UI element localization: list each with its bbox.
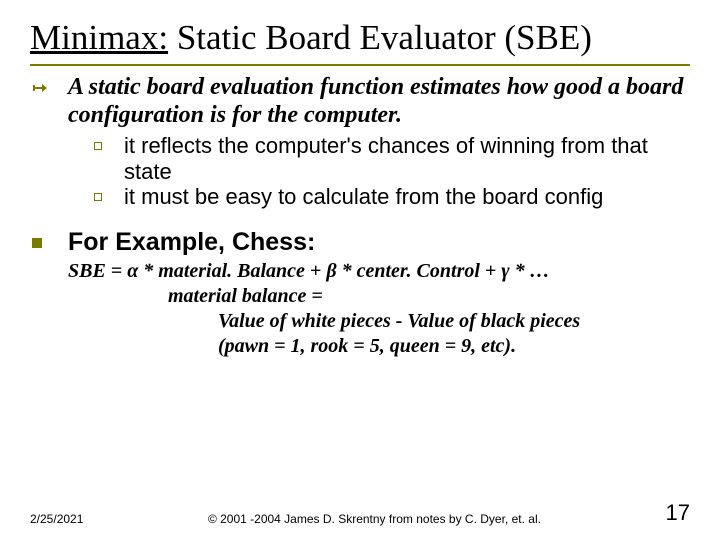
square-outline-icon (94, 133, 124, 155)
sub-item-2: it must be easy to calculate from the bo… (94, 184, 690, 209)
hand-bullet-icon (32, 74, 68, 101)
sub-item-1: it reflects the computer's chances of wi… (94, 133, 690, 184)
sublist: it reflects the computer's chances of wi… (94, 133, 690, 209)
formula-line1: SBE = α * material. Balance + β * center… (68, 260, 550, 282)
formula-line4: (pawn = 1, rook = 5, queen = 9, etc). (68, 334, 690, 359)
footer: 2/25/2021 © 2001 -2004 James D. Skrentny… (30, 500, 690, 526)
sub1-text: it reflects the computer's chances of wi… (124, 133, 690, 184)
formula-line3: Value of white pieces - Value of black p… (68, 309, 690, 334)
footer-page-number: 17 (666, 500, 690, 526)
formula-line2: material balance = (68, 284, 690, 309)
footer-date: 2/25/2021 (30, 512, 83, 526)
title-underlined: Minimax: (30, 18, 168, 57)
square-outline-icon (94, 184, 124, 206)
point2-text: For Example, Chess: (68, 227, 690, 257)
bullet-item-2: For Example, Chess: (32, 227, 690, 257)
bullet-item-1: A static board evaluation function estim… (32, 74, 690, 129)
square-solid-icon (32, 227, 68, 253)
title-divider (30, 64, 690, 66)
point1-text: A static board evaluation function estim… (68, 74, 690, 129)
formula-block: SBE = α * material. Balance + β * center… (68, 259, 690, 359)
slide-title: Minimax: Static Board Evaluator (SBE) (30, 18, 690, 62)
title-rest: Static Board Evaluator (SBE) (168, 18, 592, 57)
footer-copyright: © 2001 -2004 James D. Skrentny from note… (83, 512, 665, 526)
slide-content: A static board evaluation function estim… (30, 74, 690, 359)
sub2-text: it must be easy to calculate from the bo… (124, 184, 690, 209)
